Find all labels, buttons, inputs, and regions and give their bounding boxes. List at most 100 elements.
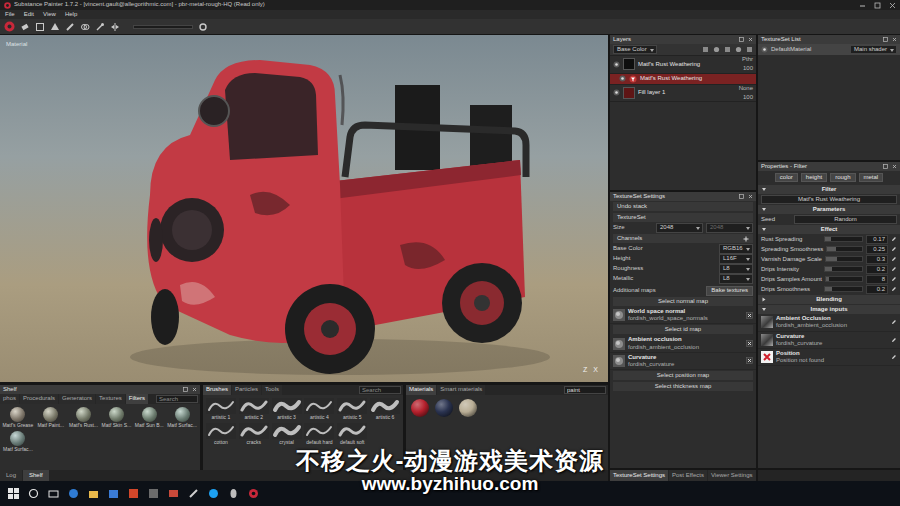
shelf-item[interactable]: Matf's Grease <box>2 407 34 429</box>
bottom-tab[interactable]: Log <box>0 470 22 481</box>
windows-start-icon[interactable] <box>8 488 19 499</box>
select-map-button[interactable]: Select id map <box>613 325 753 334</box>
shelf-item[interactable]: Matf Surfac... <box>166 407 198 429</box>
twitter-icon[interactable] <box>208 488 219 499</box>
media-icon[interactable] <box>148 488 159 499</box>
edit-pen-icon[interactable] <box>891 354 897 360</box>
expand-arrow-icon[interactable] <box>763 298 766 302</box>
settings-tab[interactable]: Viewer Settings <box>708 470 756 481</box>
parameter-field[interactable]: Random <box>794 215 897 224</box>
select-map-button[interactable]: Select normal map <box>613 297 753 306</box>
edge-icon[interactable] <box>68 488 79 499</box>
shelf-tab[interactable]: Procedurals <box>20 394 58 404</box>
float-icon[interactable] <box>739 194 744 199</box>
expand-arrow-icon[interactable] <box>762 308 766 311</box>
layer-blend-mode[interactable]: Pthr <box>742 56 753 63</box>
section-header[interactable]: Blending <box>758 295 900 304</box>
brushes-tab[interactable]: Particles <box>232 385 261 395</box>
slides-icon[interactable] <box>168 488 179 499</box>
float-icon[interactable] <box>883 37 888 42</box>
shelf-tab[interactable]: Filters <box>126 394 148 404</box>
shelf-tab[interactable]: Textures <box>96 394 125 404</box>
layer-row[interactable]: Fill layer 1None100 <box>610 85 756 102</box>
section-header[interactable]: Image inputs <box>758 305 900 314</box>
section-header[interactable]: Filter <box>758 185 900 194</box>
slider-track[interactable] <box>824 236 863 242</box>
eye-icon[interactable] <box>613 89 620 96</box>
search-field[interactable] <box>156 395 198 403</box>
brush-item[interactable]: cotton <box>205 423 237 446</box>
plugin-icon[interactable] <box>188 488 199 499</box>
image-thumbnail[interactable] <box>761 316 773 328</box>
delete-layer-icon[interactable] <box>746 46 753 53</box>
brush-item[interactable]: crystal <box>271 423 303 446</box>
section-header[interactable]: Parameters <box>758 205 900 214</box>
close-icon[interactable] <box>192 387 197 392</box>
settings-icon[interactable] <box>198 22 208 32</box>
slider-track[interactable] <box>825 276 863 282</box>
search-field[interactable] <box>359 386 401 394</box>
menu-item[interactable]: Help <box>65 11 77 18</box>
search-field[interactable] <box>564 386 606 394</box>
brush-size-slider[interactable] <box>133 25 193 29</box>
brushes-tab[interactable]: Brushes <box>203 385 231 395</box>
slider-track[interactable] <box>825 256 863 262</box>
minimize-icon[interactable] <box>859 2 866 9</box>
size-dropdown[interactable]: 2048 <box>656 223 703 232</box>
close-window-icon[interactable] <box>889 2 896 9</box>
eye-icon[interactable] <box>619 75 626 82</box>
shelf-item[interactable]: Matf Skin S... <box>101 407 133 429</box>
shelf-item[interactable]: Matf's Rust... <box>68 407 100 429</box>
channel-dropdown[interactable]: Base Color <box>613 45 657 54</box>
layer-opacity[interactable]: 100 <box>743 94 753 101</box>
close-icon[interactable] <box>892 37 897 42</box>
brushes-tab[interactable]: Tools <box>262 385 282 395</box>
filter-name-field[interactable]: Matf's Rust Weathering <box>761 195 897 204</box>
add-channel-icon[interactable] <box>743 236 749 242</box>
slider-value[interactable]: 0.3 <box>866 255 888 264</box>
substance-painter-icon[interactable] <box>248 488 259 499</box>
shelf-item[interactable]: Matf Sun B... <box>133 407 165 429</box>
layer-row[interactable]: Matf's Rust Weathering <box>610 74 756 85</box>
materials-tab[interactable]: Materials <box>406 385 436 395</box>
eraser-icon[interactable] <box>20 22 30 32</box>
add-effect-icon[interactable] <box>735 46 742 53</box>
edit-pen-icon[interactable] <box>891 286 897 292</box>
settings-tab[interactable]: Post Effects <box>669 470 707 481</box>
channel-format-dropdown[interactable]: RGB16 <box>719 244 753 253</box>
slider-value[interactable]: 0.2 <box>866 265 888 274</box>
menu-item[interactable]: View <box>43 11 56 18</box>
layer-opacity[interactable]: 100 <box>743 65 753 72</box>
textureset-row[interactable]: DefaultMaterialMain shader <box>758 44 900 55</box>
float-icon[interactable] <box>739 37 744 42</box>
settings-tab[interactable]: TextureSet Settings <box>610 470 668 481</box>
channel-format-dropdown[interactable]: L8 <box>719 264 753 273</box>
channel-format-dropdown[interactable]: L16F <box>719 254 753 263</box>
edit-pen-icon[interactable] <box>891 256 897 262</box>
layer-row[interactable]: Matf's Rust WeatheringPthr100 <box>610 56 756 73</box>
slider-track[interactable] <box>824 286 863 292</box>
close-icon[interactable] <box>748 194 753 199</box>
maximize-icon[interactable] <box>874 2 881 9</box>
edit-pen-icon[interactable] <box>891 276 897 282</box>
brush-item[interactable]: cracks <box>238 423 270 446</box>
channel-chip[interactable]: color <box>775 173 798 182</box>
bake-textures-button[interactable]: Bake textures <box>706 286 753 295</box>
expand-arrow-icon[interactable] <box>762 208 766 211</box>
menu-item[interactable]: Edit <box>24 11 34 18</box>
float-icon[interactable] <box>183 387 188 392</box>
select-map-button[interactable]: Select position map <box>613 371 753 380</box>
bottom-tab[interactable]: Shelf <box>23 470 49 481</box>
search-icon[interactable] <box>28 488 39 499</box>
shader-dropdown[interactable]: Main shader <box>850 45 897 54</box>
expand-arrow-icon[interactable] <box>762 188 766 191</box>
shelf-tab[interactable]: Generators <box>59 394 95 404</box>
eye-icon[interactable] <box>761 46 768 53</box>
brush-item[interactable]: artistic 1 <box>205 398 237 421</box>
slider-value[interactable]: 0.17 <box>866 235 888 244</box>
projection-icon[interactable] <box>35 22 45 32</box>
shelf-item[interactable]: Matf Paint... <box>35 407 67 429</box>
store-icon[interactable] <box>108 488 119 499</box>
brush-item[interactable]: default soft <box>336 423 368 446</box>
headset-icon[interactable] <box>228 488 239 499</box>
